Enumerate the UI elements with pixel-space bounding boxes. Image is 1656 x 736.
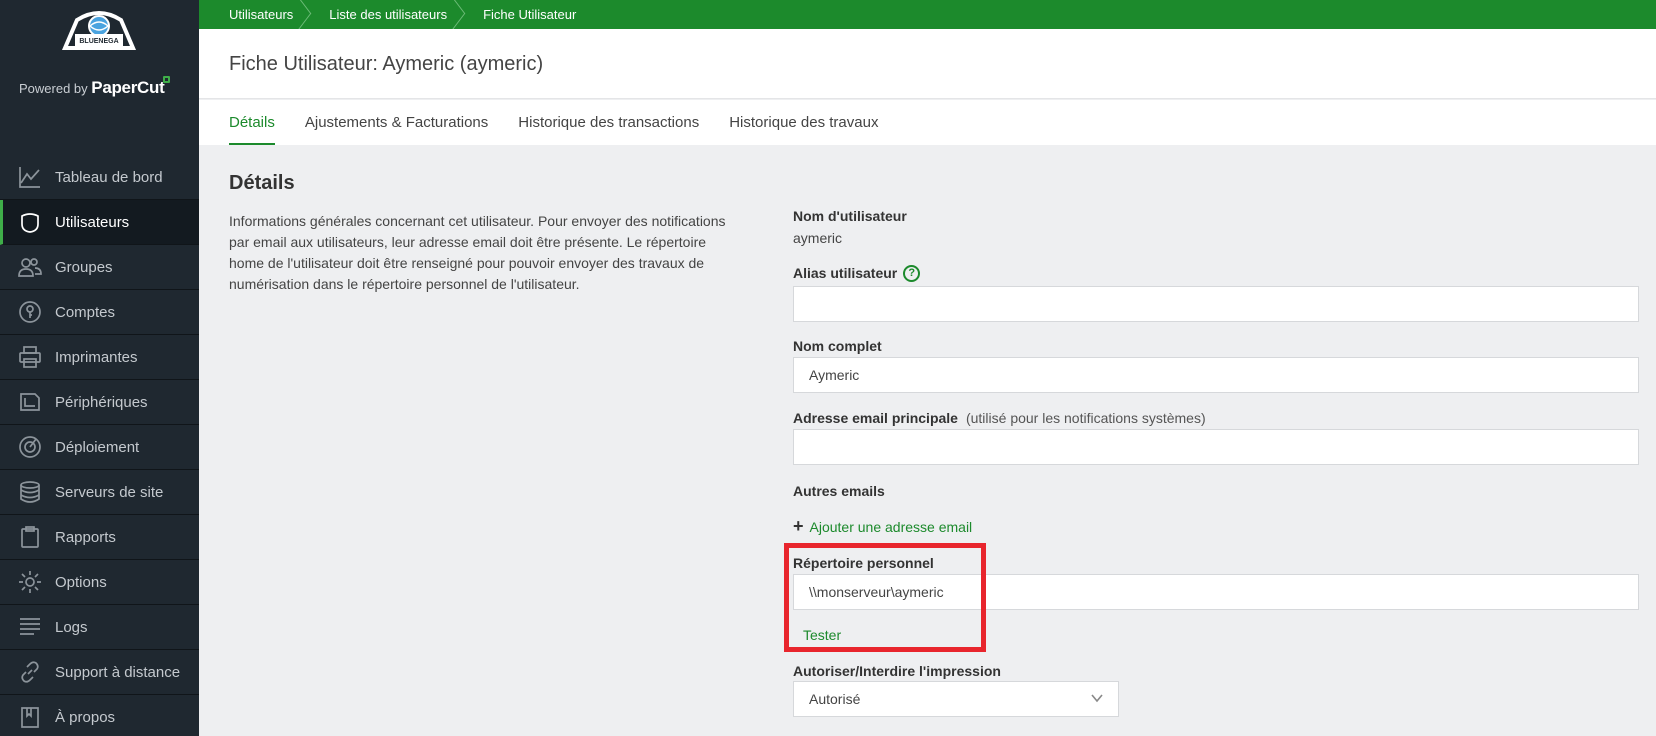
chevron-down-icon — [1091, 694, 1103, 703]
sidebar-item-options[interactable]: Options — [0, 560, 199, 605]
tab-ajustements-facturations[interactable]: Ajustements & Facturations — [305, 100, 488, 145]
username-label: Nom d'utilisateur — [793, 208, 907, 224]
page-header: Fiche Utilisateur: Aymeric (aymeric) — [199, 29, 1656, 99]
device-icon — [17, 389, 43, 415]
sidebar: BLUENEGA ACADEMY Powered by PaperCut Tab… — [0, 0, 199, 736]
sidebar-item-label: Support à distance — [55, 663, 181, 681]
breadcrumb-fiche-utilisateur[interactable]: Fiche Utilisateur — [461, 0, 590, 29]
breadcrumb-utilisateurs[interactable]: Utilisateurs — [199, 0, 307, 29]
sidebar-item-label: Rapports — [55, 528, 116, 546]
breadcrumb-liste-des-utilisateurs[interactable]: Liste des utilisateurs — [307, 0, 461, 29]
sidebar-item-label: Déploiement — [55, 438, 140, 456]
print-permission-select[interactable]: Autorisé — [793, 681, 1119, 717]
email-note: (utilisé pour les notifications systèmes… — [965, 410, 1206, 426]
book-icon — [17, 704, 43, 730]
key-icon — [17, 299, 43, 325]
sidebar-item-label: Options — [55, 573, 107, 591]
list-icon — [17, 614, 43, 640]
section-description: Informations générales concernant cet ut… — [229, 213, 726, 292]
tab-details[interactable]: Détails — [229, 100, 275, 145]
tab-bar: Détails Ajustements & Facturations Histo… — [199, 100, 1656, 145]
powered-by-text: Powered by — [19, 81, 88, 96]
add-email-link[interactable]: + Ajouter une adresse email — [793, 516, 972, 537]
help-icon[interactable]: ? — [903, 264, 921, 282]
user-icon — [17, 209, 43, 235]
page-title: Fiche Utilisateur: Aymeric (aymeric) — [229, 53, 544, 75]
svg-text:ACADEMY: ACADEMY — [86, 46, 112, 52]
sidebar-item-rapports[interactable]: Rapports — [0, 515, 199, 560]
sidebar-item-logs[interactable]: Logs — [0, 605, 199, 650]
powered-by: Powered by PaperCut — [19, 76, 171, 98]
sidebar-item-label: Serveurs de site — [55, 483, 164, 501]
sidebar-item-label: Utilisateurs — [55, 213, 130, 231]
sidebar-item-deploiement[interactable]: Déploiement — [0, 425, 199, 470]
fullname-input[interactable] — [793, 357, 1639, 393]
print-permission-value: Autorisé — [809, 691, 861, 707]
sidebar-item-support-a-distance[interactable]: Support à distance — [0, 650, 199, 695]
sidebar-item-label: Comptes — [55, 303, 116, 321]
sidebar-item-peripheriques[interactable]: Périphériques — [0, 380, 199, 425]
sidebar-item-tableau-de-bord[interactable]: Tableau de bord — [0, 155, 199, 200]
chart-line-icon — [17, 164, 43, 190]
sidebar-item-groupes[interactable]: Groupes — [0, 245, 199, 290]
email-label-text: Adresse email principale — [793, 410, 958, 426]
sidebar-item-label: Logs — [55, 618, 88, 636]
users-icon — [17, 254, 43, 280]
other-emails-label: Autres emails — [793, 483, 885, 499]
alias-label-text: Alias utilisateur — [793, 265, 898, 281]
plus-icon: + — [793, 516, 804, 536]
username-value: aymeric — [793, 230, 843, 246]
bluenega-academy-logo[interactable]: BLUENEGA ACADEMY — [55, 6, 143, 52]
email-input[interactable] — [793, 429, 1639, 465]
alias-label: Alias utilisateur? — [793, 264, 921, 283]
papercut-mark-icon — [163, 76, 171, 83]
sidebar-item-utilisateurs[interactable]: Utilisateurs — [0, 200, 199, 245]
fullname-label: Nom complet — [793, 338, 882, 354]
section-title: Détails — [229, 172, 295, 194]
tab-historique-transactions[interactable]: Historique des transactions — [518, 100, 699, 145]
add-email-link-label: Ajouter une adresse email — [809, 519, 973, 535]
sidebar-item-label: À propos — [55, 708, 116, 726]
sidebar-item-label: Périphériques — [55, 393, 148, 411]
sidebar-item-a-propos[interactable]: À propos — [0, 695, 199, 736]
sidebar-item-imprimantes[interactable]: Imprimantes — [0, 335, 199, 380]
sidebar-item-label: Groupes — [55, 258, 113, 276]
tab-historique-travaux[interactable]: Historique des travaux — [729, 100, 878, 145]
sidebar-item-serveurs-de-site[interactable]: Serveurs de site — [0, 470, 199, 515]
sidebar-item-label: Tableau de bord — [55, 168, 163, 186]
print-permission-label: Autoriser/Interdire l'impression — [793, 663, 1001, 679]
clipboard-icon — [17, 524, 43, 550]
database-icon — [17, 479, 43, 505]
gear-icon — [17, 569, 43, 595]
sidebar-item-label: Imprimantes — [55, 348, 138, 366]
breadcrumb: Utilisateurs Liste des utilisateurs Fich… — [199, 0, 1656, 29]
link-icon — [17, 659, 43, 685]
sidebar-nav: Tableau de bord Utilisateurs Groupes Com… — [0, 155, 199, 736]
alias-input[interactable] — [793, 286, 1639, 322]
highlight-box — [784, 543, 986, 652]
papercut-brand: PaperCut — [91, 78, 165, 97]
email-label: Adresse email principale (utilisé pour le… — [793, 410, 1206, 426]
printer-icon — [17, 344, 43, 370]
deploy-icon — [17, 434, 43, 460]
svg-text:BLUENEGA: BLUENEGA — [79, 38, 118, 45]
sidebar-item-comptes[interactable]: Comptes — [0, 290, 199, 335]
